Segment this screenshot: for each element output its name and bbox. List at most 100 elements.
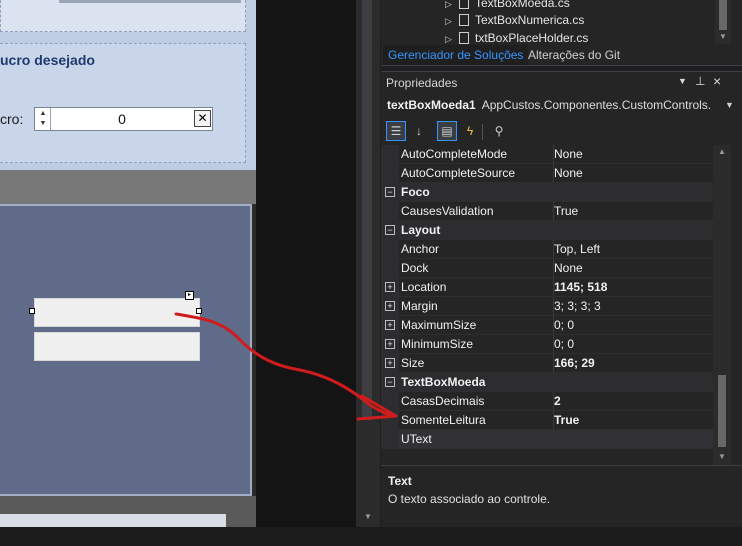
- description-text: O texto associado ao controle.: [388, 492, 551, 506]
- lucro-group-box[interactable]: ucro desejado cro: ▲ ▼ 0 ✕: [0, 43, 246, 163]
- lucro-label: cro:: [0, 111, 24, 127]
- property-grid-scrollbar[interactable]: ▲ ▼: [713, 145, 731, 465]
- property-value[interactable]: 3; 3; 3; 3: [553, 297, 713, 315]
- property-value[interactable]: None: [553, 164, 713, 182]
- property-gutter: [381, 240, 399, 259]
- expand-icon[interactable]: +: [385, 282, 395, 292]
- property-value[interactable]: 2: [553, 392, 713, 410]
- property-gutter: [381, 202, 399, 221]
- property-category-label: Foco: [401, 185, 430, 199]
- chevron-down-icon[interactable]: ▼: [725, 100, 734, 110]
- property-value[interactable]: 166; 29: [553, 354, 713, 372]
- property-value[interactable]: True: [553, 202, 713, 220]
- properties-header: Propriedades ▼ ⊥ ×: [381, 72, 742, 94]
- property-row[interactable]: SomenteLeitura True: [381, 411, 713, 430]
- lucro-value[interactable]: 0: [51, 108, 193, 130]
- scroll-down-icon[interactable]: ▼: [713, 450, 731, 464]
- property-name: UText: [401, 432, 432, 446]
- solution-vertical-scrollbar[interactable]: ▼: [715, 0, 731, 44]
- expand-icon[interactable]: +: [385, 358, 395, 368]
- lucro-numeric-input[interactable]: ▲ ▼ 0 ✕: [34, 107, 213, 131]
- close-icon[interactable]: ×: [713, 73, 721, 89]
- lucro-spinner[interactable]: ▲ ▼: [35, 108, 51, 130]
- properties-title: Propriedades: [386, 76, 458, 90]
- lucro-group-title: ucro desejado: [0, 52, 95, 68]
- clear-icon[interactable]: ✕: [194, 110, 211, 127]
- scroll-down-icon[interactable]: ▼: [715, 30, 731, 44]
- tab-gerenciador-solucoes[interactable]: Gerenciador de Soluções: [383, 45, 529, 65]
- object-type: AppCustos.Componentes.CustomControls.: [481, 98, 712, 112]
- expand-icon[interactable]: +: [385, 320, 395, 330]
- tree-item-label: TextBoxNumerica.cs: [475, 13, 585, 27]
- properties-icon[interactable]: ▤: [437, 121, 457, 141]
- property-row[interactable]: UText: [381, 430, 713, 449]
- lightning-icon[interactable]: ϟ: [460, 121, 480, 141]
- collapse-icon[interactable]: −: [385, 225, 395, 235]
- pin-icon[interactable]: ⊥: [695, 74, 705, 88]
- property-row[interactable]: + Size 166; 29: [381, 354, 713, 373]
- object-selector[interactable]: textBoxMoeda1 AppCustos.Componentes.Custo…: [381, 94, 731, 116]
- collapse-icon[interactable]: −: [385, 187, 395, 197]
- property-grid-scroll-thumb[interactable]: [718, 375, 726, 447]
- property-row[interactable]: CasasDecimais 2: [381, 392, 713, 411]
- resize-handle-left[interactable]: [29, 308, 35, 314]
- property-gutter: [381, 411, 399, 430]
- tree-item-textboxnumerica[interactable]: ▷ TextBoxNumerica.cs: [381, 11, 711, 30]
- collapse-icon[interactable]: −: [385, 377, 395, 387]
- solution-explorer: ▷ TextBoxMoeda.cs ▷ TextBoxNumerica.cs ▷ tx…: [381, 0, 742, 66]
- property-value[interactable]: None: [553, 259, 713, 277]
- top-panel-control[interactable]: [59, 0, 241, 3]
- sort-alpha-icon[interactable]: ↓: [409, 121, 429, 141]
- property-category-label: TextBoxMoeda: [401, 375, 486, 389]
- property-row[interactable]: + MaximumSize 0; 0: [381, 316, 713, 335]
- property-gutter: [381, 145, 399, 164]
- form-gray-band: [0, 170, 256, 204]
- spin-up-icon[interactable]: ▲: [38, 109, 48, 119]
- property-name: Dock: [401, 261, 429, 275]
- textboxmoeda2-control[interactable]: [34, 332, 200, 361]
- categorized-icon[interactable]: ☰: [386, 121, 406, 141]
- property-gutter: [381, 259, 399, 278]
- spin-down-icon[interactable]: ▼: [38, 119, 48, 129]
- property-row[interactable]: Dock None: [381, 259, 713, 278]
- textboxmoeda1-control[interactable]: [34, 298, 200, 327]
- designer-scroll-thumb[interactable]: [362, 0, 372, 420]
- designer-vertical-scrollbar[interactable]: ▼: [356, 0, 380, 527]
- form-designer[interactable]: ucro desejado cro: ▲ ▼ 0 ✕ ▸: [0, 0, 256, 527]
- tab-alteracoes-git[interactable]: Alterações do Git: [523, 45, 625, 65]
- file-icon: [459, 32, 469, 44]
- form-bottom-panel[interactable]: [0, 514, 226, 527]
- property-gutter: [381, 164, 399, 183]
- main-panel[interactable]: ▸: [0, 204, 252, 496]
- scroll-down-icon[interactable]: ▼: [356, 510, 380, 524]
- smart-tag-icon[interactable]: ▸: [185, 291, 194, 300]
- property-row[interactable]: AutoCompleteMode None: [381, 145, 713, 164]
- solution-scroll-thumb[interactable]: [719, 0, 727, 30]
- property-category[interactable]: − TextBoxMoeda: [381, 373, 713, 392]
- property-value[interactable]: Top, Left: [553, 240, 713, 258]
- property-row[interactable]: + Margin 3; 3; 3; 3: [381, 297, 713, 316]
- property-value[interactable]: None: [553, 145, 713, 163]
- chevron-down-icon[interactable]: ▼: [678, 76, 687, 86]
- property-category[interactable]: − Foco: [381, 183, 713, 202]
- file-icon: [459, 0, 469, 9]
- property-row[interactable]: + Location 1145; 518: [381, 278, 713, 297]
- property-value[interactable]: 1145; 518: [553, 278, 713, 296]
- expand-icon[interactable]: +: [385, 301, 395, 311]
- property-category[interactable]: − Layout: [381, 221, 713, 240]
- property-value[interactable]: 0; 0: [553, 316, 713, 334]
- property-value[interactable]: 0; 0: [553, 335, 713, 353]
- scroll-up-icon[interactable]: ▲: [713, 145, 731, 159]
- property-row[interactable]: AutoCompleteSource None: [381, 164, 713, 183]
- property-row[interactable]: + MinimumSize 0; 0: [381, 335, 713, 354]
- resize-handle-right[interactable]: [196, 308, 202, 314]
- expand-icon[interactable]: +: [385, 339, 395, 349]
- top-panel[interactable]: [0, 0, 246, 32]
- property-row[interactable]: Anchor Top, Left: [381, 240, 713, 259]
- tree-item-label: txtBoxPlaceHolder.cs: [475, 31, 589, 45]
- property-row[interactable]: CausesValidation True: [381, 202, 713, 221]
- wrench-icon[interactable]: ⚲: [489, 121, 509, 141]
- description-title: Text: [388, 474, 412, 488]
- property-value[interactable]: True: [553, 411, 713, 429]
- property-name: MaximumSize: [401, 318, 477, 332]
